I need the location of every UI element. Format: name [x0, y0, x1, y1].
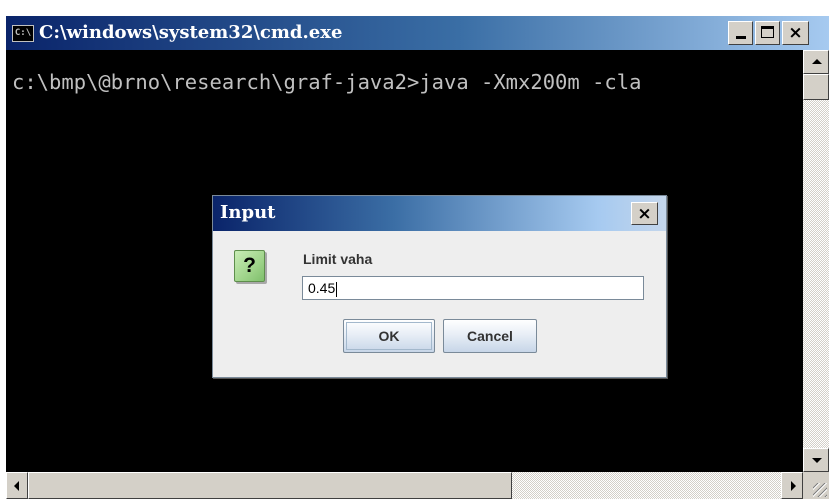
dialog-close-button[interactable]: ×	[631, 202, 658, 225]
close-icon: ×	[788, 23, 803, 43]
scroll-right-button[interactable]	[781, 472, 803, 499]
input-dialog: Input × ? Limit vaha 0.45 OK Cancel	[212, 195, 667, 378]
cancel-button[interactable]: Cancel	[443, 319, 537, 353]
vertical-scrollbar[interactable]	[803, 50, 829, 472]
input-label: Limit vaha	[303, 251, 373, 267]
scroll-left-button[interactable]	[6, 472, 28, 499]
dialog-titlebar[interactable]: Input ×	[213, 196, 666, 231]
arrow-right-icon	[791, 481, 796, 491]
arrow-left-icon	[14, 481, 19, 491]
limit-input[interactable]: 0.45	[302, 276, 644, 300]
cmd-icon: C:\	[12, 25, 34, 42]
window-title: C:\windows\system32\cmd.exe	[39, 22, 343, 43]
arrow-up-icon	[812, 59, 822, 64]
horizontal-scroll-thumb[interactable]	[28, 472, 512, 499]
ok-button[interactable]: OK	[343, 319, 435, 353]
vertical-scroll-thumb[interactable]	[803, 74, 829, 100]
scroll-down-button[interactable]	[803, 448, 829, 472]
close-button[interactable]: ×	[782, 21, 809, 45]
horizontal-scrollbar[interactable]	[6, 472, 803, 499]
console-command-line: c:\bmp\@brno\research\graf-java2>java -X…	[12, 70, 642, 94]
maximize-button[interactable]	[755, 21, 780, 45]
resize-grip[interactable]	[803, 472, 829, 499]
close-icon: ×	[637, 204, 652, 224]
limit-input-value: 0.45	[308, 280, 336, 296]
text-caret	[336, 281, 338, 297]
arrow-down-icon	[812, 458, 822, 463]
scroll-up-button[interactable]	[803, 50, 829, 74]
window-titlebar[interactable]: C:\ C:\windows\system32\cmd.exe ×	[6, 16, 829, 50]
dialog-title: Input	[220, 202, 276, 223]
question-icon: ?	[234, 250, 265, 282]
minimize-button[interactable]	[728, 21, 753, 45]
